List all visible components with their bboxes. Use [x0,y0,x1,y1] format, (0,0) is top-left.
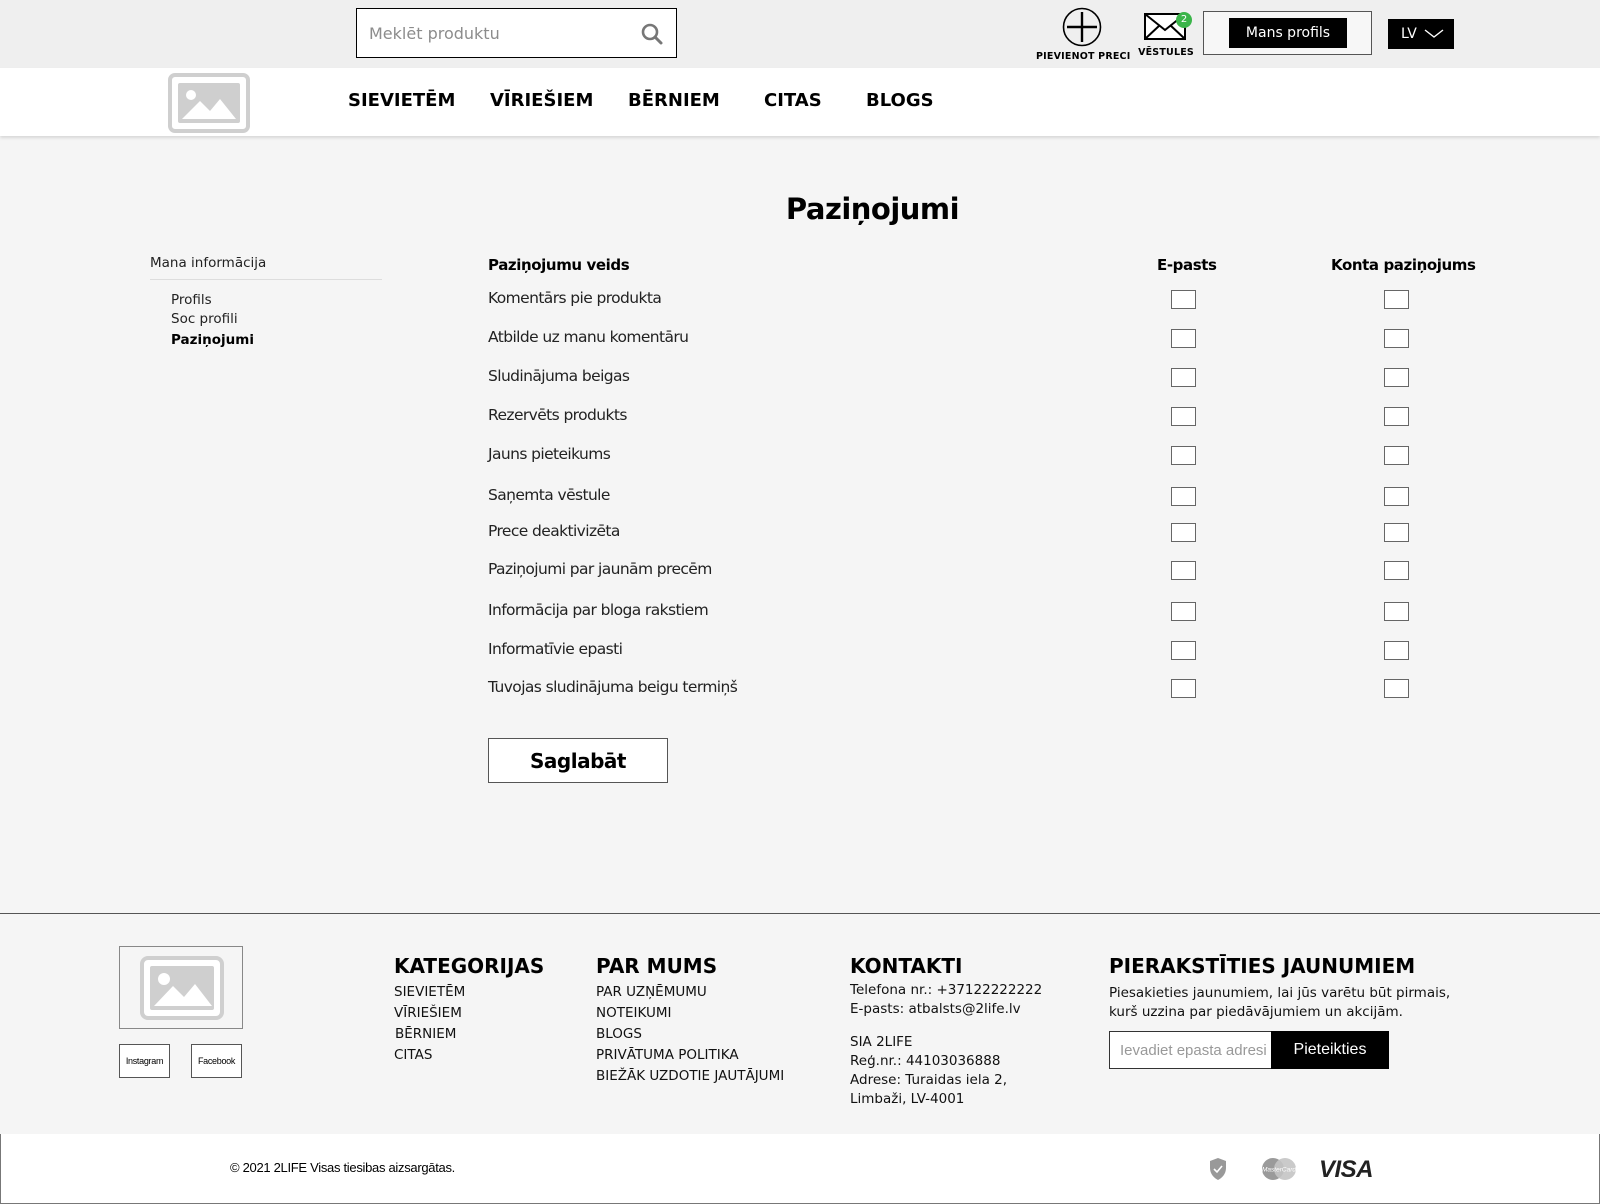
account-notification-checkbox[interactable] [1384,446,1409,465]
newsletter-subscribe-button[interactable]: Pieteikties [1271,1031,1389,1069]
footer-address-line1: Adrese: Turaidas iela 2, [850,1072,1008,1088]
save-button[interactable]: Saglabāt [488,738,668,783]
newsletter-text-line1: Piesakieties jaunumiem, lai jūs varētu b… [1109,985,1451,1001]
account-notification-checkbox[interactable] [1384,290,1409,309]
notification-type-label: Paziņojumi par jaunām precēm [488,560,712,578]
mastercard-text: MasterCard [1262,1167,1296,1174]
logo-placeholder-image [140,956,224,1020]
sidebar-item-profile[interactable]: Profils [171,292,212,308]
visa-logo: VISA [1319,1156,1374,1183]
footer-link-blog[interactable]: BLOGS [596,1026,642,1042]
plus-circle-icon [1062,7,1102,47]
add-product-button[interactable]: PIEVIENOT PRECI [1036,7,1131,63]
notification-type-label: Atbilde uz manu komentāru [488,328,689,346]
language-select[interactable]: LV [1388,19,1454,49]
email-checkbox[interactable] [1171,446,1196,465]
nav-kids[interactable]: BĒRNIEM [628,90,720,111]
messages-button[interactable]: 2 VĒSTULES [1136,10,1196,63]
add-product-label: PIEVIENOT PRECI [1036,51,1131,62]
copyright-text: © 2021 2LIFE Visas tiesibas aizsargātas. [230,1160,455,1175]
notification-type-label: Rezervēts produkts [488,406,627,424]
account-notification-checkbox[interactable] [1384,561,1409,580]
facebook-link[interactable]: Facebook [191,1044,242,1078]
account-notification-checkbox[interactable] [1384,602,1409,621]
secure-shield-icon [1210,1158,1226,1180]
chevron-down-icon [1424,29,1444,38]
account-notification-checkbox[interactable] [1384,329,1409,348]
messages-count-badge: 2 [1176,12,1192,28]
email-checkbox[interactable] [1171,523,1196,542]
logo-placeholder-image[interactable] [168,73,250,133]
notification-type-label: Saņemta vēstule [488,486,610,504]
nav-women[interactable]: SIEVIETĒM [348,90,455,111]
newsletter-text-line2: kurš uzzina par piedāvājumiem un akcijām… [1109,1004,1403,1020]
notification-type-label: Informācija par bloga rakstiem [488,601,709,619]
footer-link-kids[interactable]: BĒRNIEM [395,1026,456,1042]
sidebar-item-notifications[interactable]: Paziņojumi [171,332,254,348]
nav-other[interactable]: CITAS [764,90,822,111]
account-notification-checkbox[interactable] [1384,487,1409,506]
email-checkbox[interactable] [1171,602,1196,621]
footer-company: SIA 2LIFE [850,1034,913,1050]
column-header-account: Konta paziņojums [1331,256,1476,274]
instagram-link[interactable]: Instagram [119,1044,170,1078]
my-profile-button[interactable]: Mans profils [1229,18,1347,48]
footer-email: E-pasts: atbalsts@2life.lv [850,1001,1021,1017]
notification-type-label: Komentārs pie produkta [488,289,662,307]
column-header-email: E-pasts [1157,256,1217,274]
nav-blog[interactable]: BLOGS [866,90,934,111]
notification-type-label: Prece deaktivizēta [488,522,620,540]
language-code: LV [1401,26,1417,42]
email-checkbox[interactable] [1171,368,1196,387]
sidebar-heading: Mana informācija [150,255,267,271]
account-notification-checkbox[interactable] [1384,407,1409,426]
footer-phone: Telefona nr.: +37122222222 [850,982,1043,998]
footer-categories-heading: KATEGORIJAS [394,954,545,978]
notification-type-label: Informatīvie epasti [488,640,623,658]
search-icon[interactable] [640,22,664,46]
email-checkbox[interactable] [1171,329,1196,348]
email-checkbox[interactable] [1171,679,1196,698]
notification-type-label: Jauns pieteikums [488,445,611,463]
footer-about-heading: PAR MUMS [596,954,718,978]
footer-logo[interactable] [119,946,243,1029]
email-checkbox[interactable] [1171,407,1196,426]
search-input[interactable] [369,19,629,47]
notification-type-label: Sludinājuma beigas [488,367,630,385]
page-title: Paziņojumi [785,192,960,226]
notification-type-label: Tuvojas sludinājuma beigu termiņš [488,678,738,696]
account-notification-checkbox[interactable] [1384,523,1409,542]
main-nav: SIEVIETĒM VĪRIEŠIEM BĒRNIEM CITAS BLOGS [0,68,1600,136]
newsletter-email-input[interactable] [1109,1031,1272,1069]
email-checkbox[interactable] [1171,290,1196,309]
mastercard-icon: MasterCard [1262,1158,1296,1180]
search-box [356,8,677,58]
sidebar-divider [150,279,382,280]
footer-link-other[interactable]: CITAS [394,1047,432,1063]
email-checkbox[interactable] [1171,641,1196,660]
footer-address-line2: Limbaži, LV-4001 [850,1091,965,1107]
newsletter-heading: PIERAKSTĪTIES JAUNUMIEM [1109,954,1416,978]
footer-link-privacy-policy[interactable]: PRIVĀTUMA POLITIKA [596,1047,739,1063]
column-header-type: Paziņojumu veids [488,256,630,274]
messages-label: VĒSTULES [1138,47,1194,58]
footer-link-terms[interactable]: NOTEIKUMI [596,1005,671,1021]
sidebar-item-social-profiles[interactable]: Soc profili [171,311,238,327]
account-notification-checkbox[interactable] [1384,641,1409,660]
footer-reg-number: Reģ.nr.: 44103036888 [850,1053,1001,1069]
footer-link-faq[interactable]: BIEŽĀK UZDOTIE JAUTĀJUMI [596,1068,784,1084]
account-notification-checkbox[interactable] [1384,368,1409,387]
nav-men[interactable]: VĪRIEŠIEM [490,90,593,111]
footer-link-men[interactable]: VĪRIEŠIEM [394,1005,462,1021]
account-notification-checkbox[interactable] [1384,679,1409,698]
email-checkbox[interactable] [1171,487,1196,506]
footer-contacts-heading: KONTAKTI [850,954,963,978]
top-bar: PIEVIENOT PRECI 2 VĒSTULES Mans profils … [0,0,1600,68]
email-checkbox[interactable] [1171,561,1196,580]
profile-box: Mans profils [1203,11,1372,55]
footer-link-women[interactable]: SIEVIETĒM [394,984,465,1000]
footer-link-about-company[interactable]: PAR UZŅĒMUMU [596,984,707,1000]
